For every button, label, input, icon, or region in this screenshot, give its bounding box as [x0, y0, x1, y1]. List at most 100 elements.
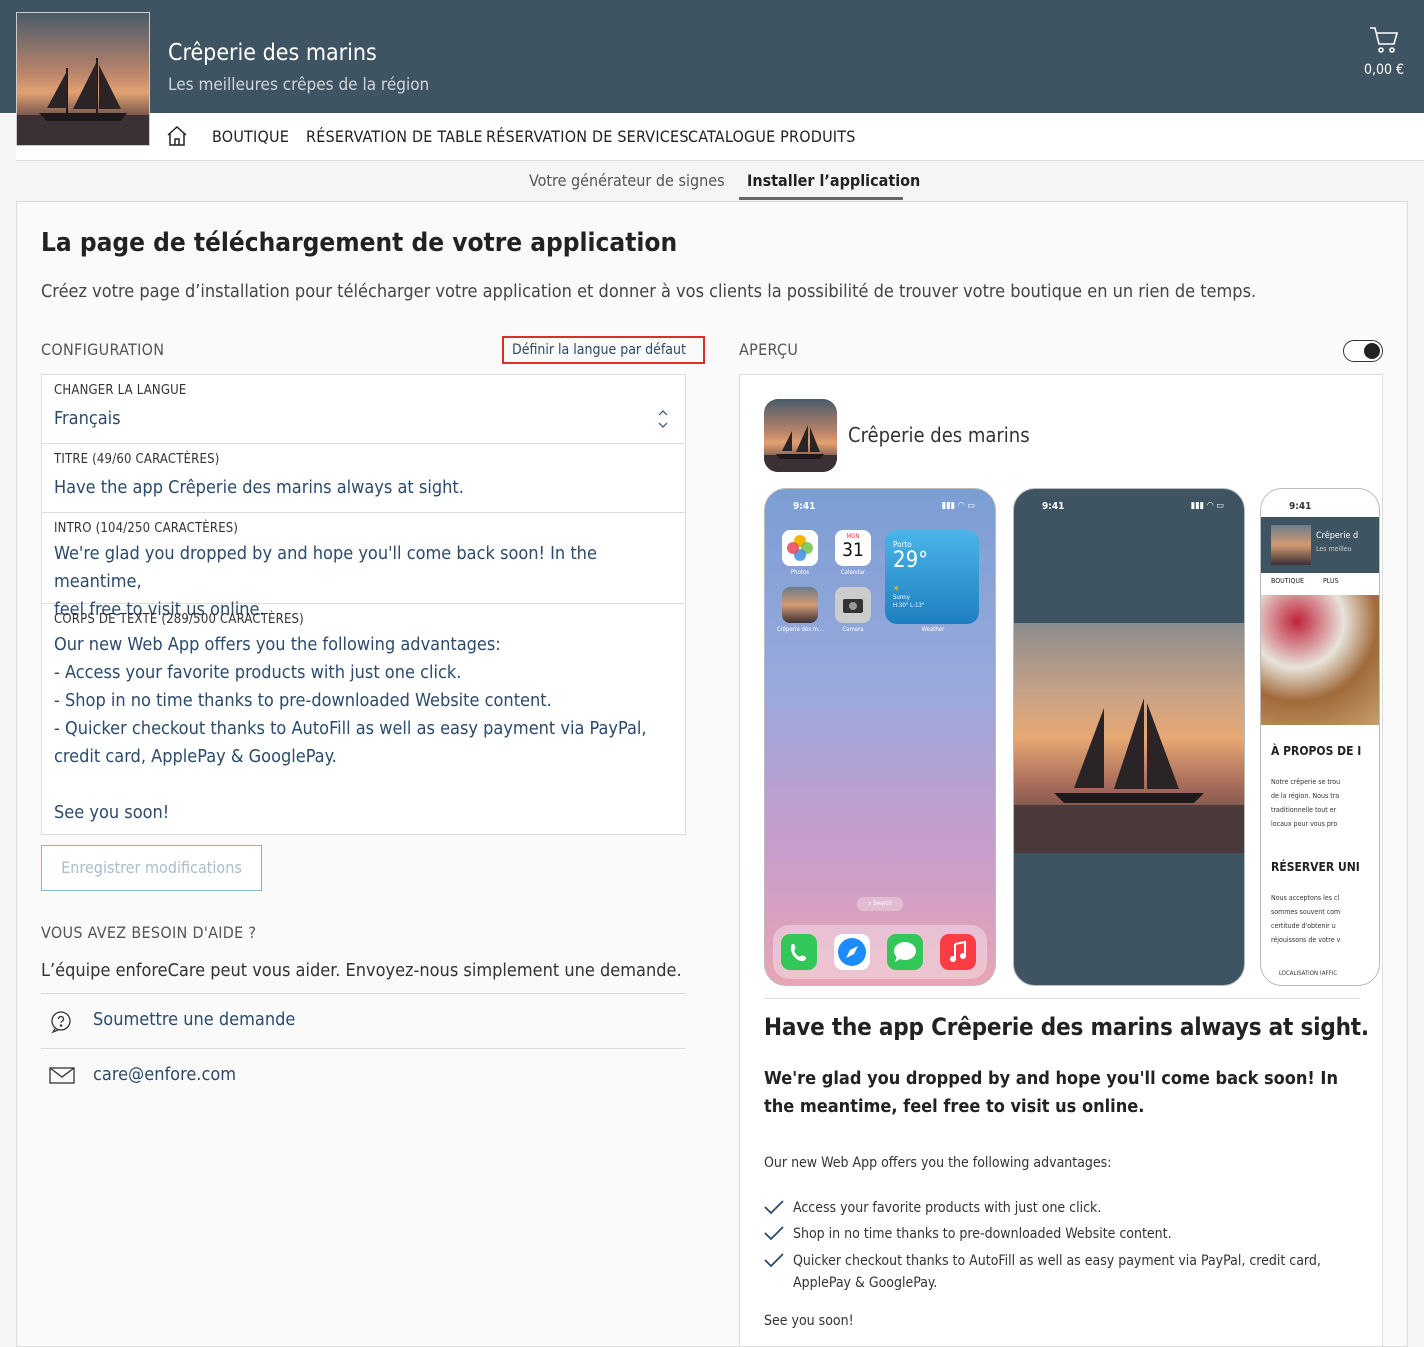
phone-splash-screen: 9:41 ▮▮▮ ◠ ▭ [1013, 488, 1245, 986]
title-label: TITRE (49/60 CARACTÈRES) [54, 452, 220, 467]
web-hero-image [1261, 595, 1379, 725]
email-row[interactable]: care@enfore.com [41, 1048, 686, 1103]
nav-table-reservation[interactable]: RÉSERVATION DE TABLE [306, 127, 483, 146]
photos-icon [782, 530, 818, 566]
phone-time: 9:41 [1042, 501, 1065, 512]
body-input[interactable]: Our new Web App offers you the following… [54, 631, 647, 827]
web-about-title: À PROPOS DE I [1271, 744, 1362, 758]
calendar-date: 31 [842, 539, 864, 561]
calendar-icon: MON 31 [835, 530, 871, 566]
language-label: CHANGER LA LANGUE [54, 383, 187, 398]
config-form: CHANGER LA LANGUE Français TITRE (49/60 … [41, 374, 686, 835]
preview-label: APERÇU [739, 340, 799, 359]
weather-range: H:30° L:13° [893, 602, 925, 609]
web-shop-name: Crêperie d [1316, 531, 1359, 541]
tab-sign-generator[interactable]: Votre générateur de signes [529, 171, 725, 190]
page-title: La page de téléchargement de votre appli… [41, 228, 678, 258]
submit-request-row[interactable]: Soumettre une demande [41, 993, 686, 1048]
sun-icon: ☀ [893, 584, 900, 593]
phone-website-screen: 9:41 Crêperie d Les meilleu BOUTIQUE PLU… [1260, 488, 1380, 986]
save-changes-button[interactable]: Enregistrer modifications [41, 845, 262, 891]
phone-time: 9:41 [793, 501, 816, 512]
title-input[interactable]: Have the app Crêperie des marins always … [54, 474, 464, 502]
sub-nav: Votre générateur de signes Installer l’a… [0, 161, 1424, 201]
shop-app-icon [782, 587, 818, 623]
web-reserve-text: Nous acceptons les cl sommes souvent com… [1271, 894, 1341, 944]
home-icon[interactable] [166, 125, 188, 151]
tab-install-app[interactable]: Installer l’application [747, 171, 920, 190]
title-field[interactable]: TITRE (49/60 CARACTÈRES) Have the app Cr… [42, 444, 685, 513]
preview-panel: Crêperie des marins 9:41 ▮▮▮ ◠ ▭ Photos … [739, 374, 1383, 1347]
phone-home-screen: 9:41 ▮▮▮ ◠ ▭ Photos MON 31 Calendar Crêp… [764, 488, 996, 986]
help-label: VOUS AVEZ BESOIN D'AIDE ? [41, 923, 257, 942]
nav-product-catalog[interactable]: CATALOGUE PRODUITS [688, 127, 856, 146]
nav-boutique[interactable]: BOUTIQUE [212, 127, 289, 146]
splash-image [1014, 623, 1244, 853]
main-nav: BOUTIQUE RÉSERVATION DE TABLE RÉSERVATIO… [16, 113, 1424, 161]
store-header: Crêperie des marins Les meilleures crêpe… [0, 0, 1424, 113]
submit-request-link[interactable]: Soumettre une demande [93, 1009, 295, 1030]
web-about-text: Notre crêperie se trou de la région. Nou… [1271, 778, 1341, 828]
calendar-label: Calendar [840, 569, 866, 576]
search-label: Search [873, 900, 892, 907]
nav-service-reservation[interactable]: RÉSERVATION DE SERVICES [486, 127, 689, 146]
config-label: CONFIGURATION [41, 340, 165, 359]
shop-name[interactable]: Crêperie des marins [168, 40, 377, 66]
messages-icon [887, 934, 923, 970]
web-shop-tag: Les meilleu [1316, 545, 1352, 553]
check-icon [764, 1199, 784, 1222]
intro-label: INTRO (104/250 CARACTÈRES) [54, 521, 239, 536]
status-icons: ▮▮▮ ◠ ▭ [1190, 501, 1224, 511]
mail-icon [49, 1065, 75, 1089]
chevron-updown-icon[interactable] [657, 407, 669, 435]
set-default-language-button[interactable]: Définir la langue par défaut [502, 336, 705, 364]
preview-heading: Have the app Crêperie des marins always … [764, 1013, 1369, 1041]
advantage-text: Quicker checkout thanks to AutoFill as w… [793, 1253, 1321, 1291]
preview-app-name: Crêperie des marins [848, 423, 1030, 447]
web-logo [1271, 525, 1311, 565]
shop-tagline: Les meilleures crêpes de la région [168, 75, 430, 95]
body-label: CORPS DE TEXTE (289/500 CARACTÈRES) [54, 612, 304, 627]
app-icon [764, 399, 837, 472]
safari-icon [834, 934, 870, 970]
cart-total[interactable]: 0,00 € [1364, 62, 1404, 78]
help-text: L’équipe enforeCare peut vous aider. Env… [41, 960, 682, 981]
search-pill: ⌕ Search [857, 897, 903, 911]
check-icon [764, 1252, 784, 1275]
preview-body-intro: Our new Web App offers you the following… [764, 1155, 1112, 1171]
apple-icon [1364, 343, 1380, 359]
status-icons: ▮▮▮ ◠ ▭ [941, 501, 975, 511]
photos-label: Photos [790, 569, 810, 576]
weather-desc: Sunny [893, 594, 910, 601]
question-bubble-icon [49, 1010, 73, 1038]
web-nav-plus: PLUS [1323, 577, 1339, 585]
divider [764, 998, 1360, 999]
intro-field[interactable]: INTRO (104/250 CARACTÈRES) We're glad yo… [42, 513, 685, 620]
web-header: Crêperie d Les meilleu [1261, 517, 1379, 573]
active-tab-indicator [739, 197, 903, 200]
page-lead: Créez votre page d’installation pour tél… [41, 281, 1257, 302]
language-select[interactable]: CHANGER LA LANGUE Français [42, 375, 685, 444]
preview-intro: We're glad you dropped by and hope you'l… [764, 1068, 1338, 1117]
shop-app-label: Crêperie des m... [776, 626, 824, 633]
weather-widget: Porto 29° ☀ Sunny H:30° L:13° [885, 530, 979, 624]
body-field[interactable]: CORPS DE TEXTE (289/500 CARACTÈRES) Our … [42, 604, 685, 835]
email-link[interactable]: care@enfore.com [93, 1064, 236, 1085]
web-location: LOCALISATION (AFFIC [1279, 970, 1338, 977]
advantage-text: Access your favorite products with just … [793, 1200, 1102, 1216]
web-reserve-title: RÉSERVER UNI [1271, 860, 1360, 874]
weather-temp: 29° [893, 548, 929, 573]
cart-icon[interactable] [1364, 24, 1404, 60]
store-logo[interactable] [16, 12, 150, 146]
dock [773, 925, 987, 979]
os-toggle[interactable] [1343, 340, 1383, 362]
preview-outro: See you soon! [764, 1313, 854, 1329]
phone-icon [781, 934, 817, 970]
language-value[interactable]: Français [54, 405, 121, 433]
music-icon [940, 934, 976, 970]
web-nav-boutique: BOUTIQUE [1271, 577, 1305, 585]
camera-label: Camera [842, 626, 864, 633]
weather-label: Weather [921, 626, 945, 633]
phone-time: 9:41 [1289, 501, 1312, 512]
check-icon [764, 1225, 784, 1248]
